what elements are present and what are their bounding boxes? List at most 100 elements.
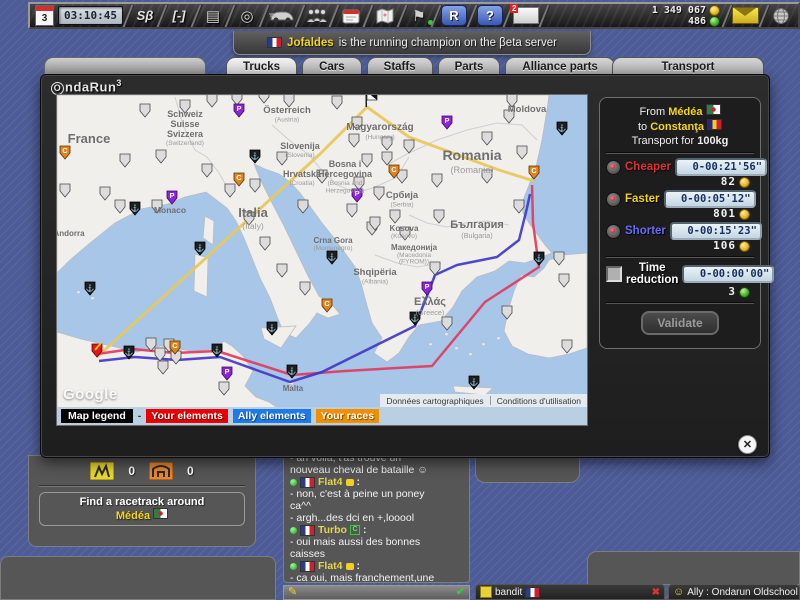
close-button[interactable]: ✕ xyxy=(738,435,757,454)
chat-input-bar[interactable]: ✎ ✔ xyxy=(283,585,470,600)
background-panel xyxy=(587,551,800,585)
weight: 100kg xyxy=(697,135,728,147)
map-canvas[interactable]: CCCCCCPPPPPP⚓⚓⚓⚓⚓⚓⚓⚓⚓⚓⚓⚓⚓FranceSchweizSu… xyxy=(57,95,587,407)
country-label: Magyarország xyxy=(346,122,413,133)
gold-amount: 1 349 067 xyxy=(652,5,706,16)
country-label: Romania xyxy=(442,147,501,163)
stats-icon[interactable]: Sβ xyxy=(133,5,157,27)
radio-cheaper[interactable] xyxy=(606,160,621,175)
france-flag-icon xyxy=(300,525,315,536)
france-flag-icon xyxy=(267,37,282,48)
svg-text:⚓: ⚓ xyxy=(213,345,222,354)
attribution-terms-link[interactable]: Conditions d'utilisation xyxy=(497,396,581,406)
bubble-badge-icon xyxy=(346,563,354,570)
map-legend: Map legend - Your elementsAlly elementsY… xyxy=(57,407,587,425)
faster-cost-line: 801 xyxy=(606,208,754,220)
radio-faster[interactable] xyxy=(606,192,621,207)
country-sublabel: (Switzerland) xyxy=(166,140,204,147)
divider xyxy=(606,256,754,258)
wheel-icon[interactable]: ◎ xyxy=(235,5,259,27)
island xyxy=(482,343,485,346)
country-label: Hercegovina xyxy=(318,169,373,179)
toolbar-separator xyxy=(539,5,550,27)
team-icon[interactable] xyxy=(305,5,329,27)
radio-shorter[interactable] xyxy=(606,224,621,239)
chat-user-line: Flat4 : xyxy=(290,560,465,572)
divider xyxy=(606,152,754,154)
country-sublabel: (Kosovo) xyxy=(391,233,417,240)
chat-message: caisses xyxy=(290,548,465,560)
option-shorter: Shorter0-00:15'23" xyxy=(606,222,754,240)
online-dot-icon xyxy=(290,527,297,534)
country-label: България xyxy=(450,219,504,231)
country-label: Malta xyxy=(283,384,304,393)
svg-text:P: P xyxy=(236,104,241,113)
country-label: Bosna i xyxy=(329,159,362,169)
attribution-data-link[interactable]: Données cartographiques xyxy=(386,396,483,406)
country-label: Crna Gora xyxy=(313,236,353,245)
map-icon[interactable] xyxy=(373,5,397,27)
chat-username[interactable]: Flat4 xyxy=(318,476,343,488)
country-label: Kosova xyxy=(390,224,419,233)
legend-title: Map legend xyxy=(61,409,133,423)
online-dot-icon xyxy=(290,563,297,570)
svg-text:⚓: ⚓ xyxy=(328,252,337,261)
time-reduction-checkbox[interactable] xyxy=(606,266,622,282)
bubble-badge-icon xyxy=(346,479,354,486)
champion-name: Jofaldes xyxy=(287,37,334,49)
race-car-icon[interactable] xyxy=(269,5,295,27)
toolbar-separator xyxy=(363,5,374,27)
green-coin-icon xyxy=(739,287,750,298)
find-racetrack-button[interactable]: Find a racetrack around Médéa xyxy=(39,492,245,526)
country-label: Andorra xyxy=(57,229,85,238)
mail-icon[interactable] xyxy=(732,7,759,24)
globe-icon[interactable] xyxy=(769,5,793,27)
country-sublabel: (Romania) xyxy=(450,165,493,175)
svg-text:⚓: ⚓ xyxy=(131,203,140,212)
notes-icon[interactable]: 2 xyxy=(513,7,539,24)
faster-time-display: 0-00:05'12" xyxy=(664,190,756,208)
reduction-cost-line: 3 xyxy=(606,286,754,298)
records-icon[interactable]: R xyxy=(441,5,467,26)
ally-chat-bar[interactable]: ☺ Ally : Ondarun Oldschool xyxy=(668,584,800,600)
country-label: Suisse xyxy=(170,119,199,129)
toolbar-separator xyxy=(431,5,442,27)
close-chat-icon[interactable]: ✖ xyxy=(652,587,660,598)
chat-panel[interactable]: - ah voilà, t'as trouvé unnouveau cheval… xyxy=(283,450,470,583)
svg-text:P: P xyxy=(444,116,449,125)
country-label: Shqipëria xyxy=(353,267,397,278)
help-icon[interactable]: ? xyxy=(477,5,503,26)
algeria-flag-icon xyxy=(153,508,168,519)
chat-username[interactable]: Flat4 xyxy=(318,560,343,572)
shorter-label: Shorter xyxy=(625,225,666,237)
svg-text:P: P xyxy=(424,282,429,291)
island xyxy=(445,333,448,336)
golf-flag-icon[interactable]: ⚑ xyxy=(407,5,431,27)
counter-2: 0 xyxy=(187,464,194,478)
svg-text:C: C xyxy=(531,166,537,175)
calendar-icon[interactable] xyxy=(339,5,363,27)
toolbar-separator xyxy=(259,5,270,27)
svg-text:C: C xyxy=(236,173,242,182)
toolbar-separator xyxy=(329,5,340,27)
calendar-day-icon[interactable]: 3 xyxy=(35,5,54,26)
app-logo: OndaRun3 xyxy=(51,78,122,95)
validate-button[interactable]: Validate xyxy=(641,311,719,335)
to-city: Constanţa xyxy=(650,121,704,133)
map-attribution: Données cartographiques Conditions d'uti… xyxy=(380,394,587,407)
france-flag-icon xyxy=(525,587,540,598)
country-label: Slovenija xyxy=(280,141,321,151)
country-sublabel: (Serbia) xyxy=(390,202,413,209)
chat-message: ca^^ xyxy=(290,500,465,512)
send-check-icon[interactable]: ✔ xyxy=(456,587,465,598)
island xyxy=(429,343,432,346)
bracket-icon[interactable]: [-] xyxy=(167,5,191,27)
bandit-chat-bar[interactable]: bandit ✖ xyxy=(475,584,665,600)
green-coin-icon xyxy=(709,16,720,27)
map[interactable]: CCCCCCPPPPPP⚓⚓⚓⚓⚓⚓⚓⚓⚓⚓⚓⚓⚓FranceSchweizSu… xyxy=(56,94,588,426)
chat-username[interactable]: Turbo xyxy=(318,524,347,536)
country-label: Italia xyxy=(238,205,268,220)
chat-message: - ca oui, mais franchement,une xyxy=(290,572,465,583)
game-page: { "toolbar": { "calendar_day": "3", "clo… xyxy=(0,0,800,600)
ledger-icon[interactable]: ▤ xyxy=(201,5,225,27)
